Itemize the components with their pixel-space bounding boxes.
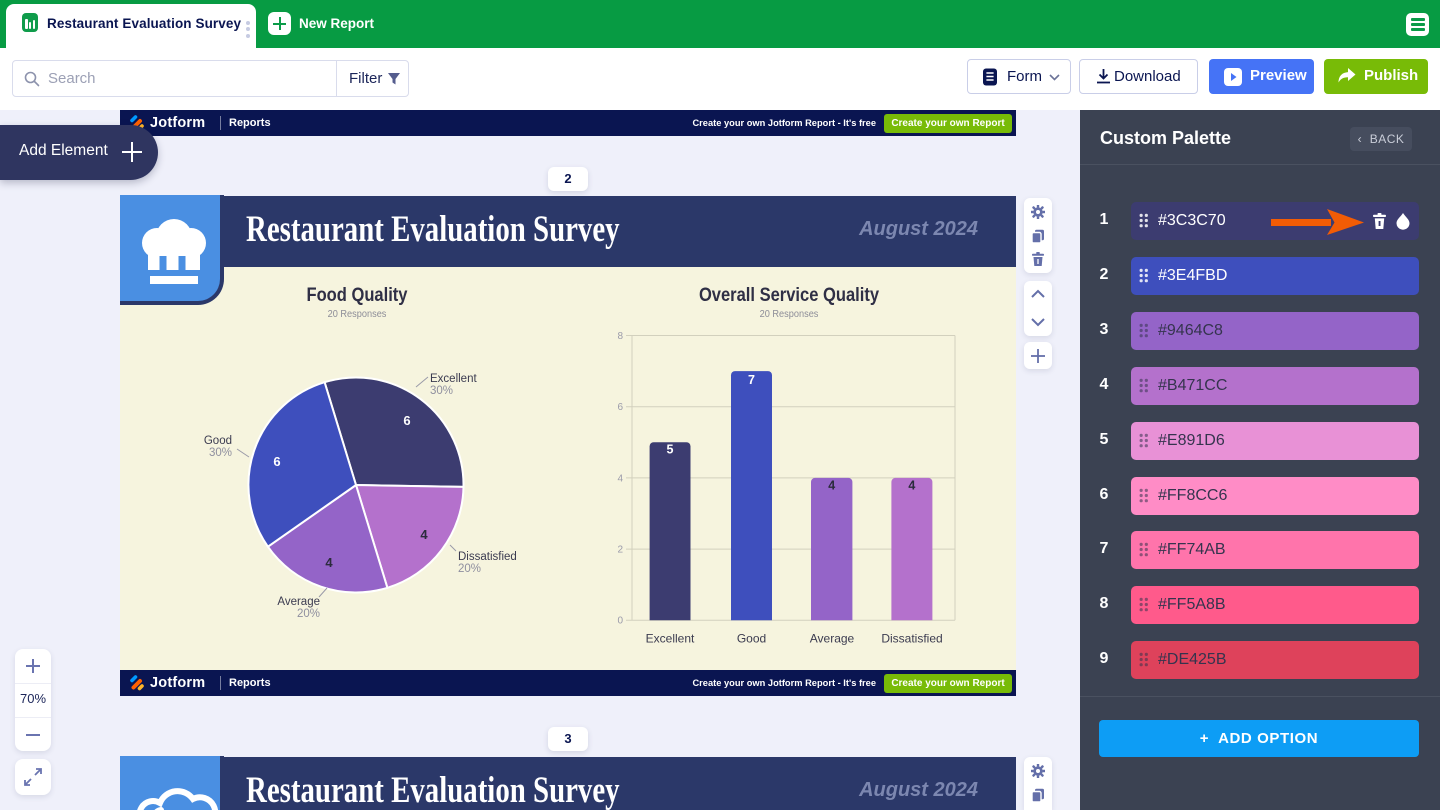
svg-text:30%: 30% — [209, 447, 232, 459]
svg-text:30%: 30% — [430, 385, 453, 397]
svg-text:Average: Average — [277, 596, 320, 608]
svg-text:6: 6 — [273, 454, 280, 469]
svg-text:Good: Good — [737, 632, 766, 646]
svg-text:20%: 20% — [458, 563, 481, 575]
svg-text:7: 7 — [748, 373, 755, 387]
svg-text:6: 6 — [617, 402, 623, 413]
svg-text:0: 0 — [617, 616, 623, 627]
svg-text:5: 5 — [667, 443, 674, 457]
svg-text:4: 4 — [828, 479, 835, 493]
svg-text:4: 4 — [325, 555, 333, 570]
svg-text:Excellent: Excellent — [646, 632, 695, 646]
svg-text:8: 8 — [617, 331, 623, 342]
svg-text:Dissatisfied: Dissatisfied — [881, 632, 942, 646]
svg-text:20%: 20% — [297, 608, 320, 620]
svg-text:Excellent: Excellent — [430, 373, 477, 385]
svg-text:Dissatisfied: Dissatisfied — [458, 551, 517, 563]
svg-text:4: 4 — [420, 527, 428, 542]
svg-text:Average: Average — [810, 632, 855, 646]
svg-text:2: 2 — [617, 545, 623, 556]
svg-text:4: 4 — [617, 473, 623, 484]
svg-text:6: 6 — [403, 413, 410, 428]
svg-text:Good: Good — [204, 435, 232, 447]
svg-text:4: 4 — [908, 479, 915, 493]
